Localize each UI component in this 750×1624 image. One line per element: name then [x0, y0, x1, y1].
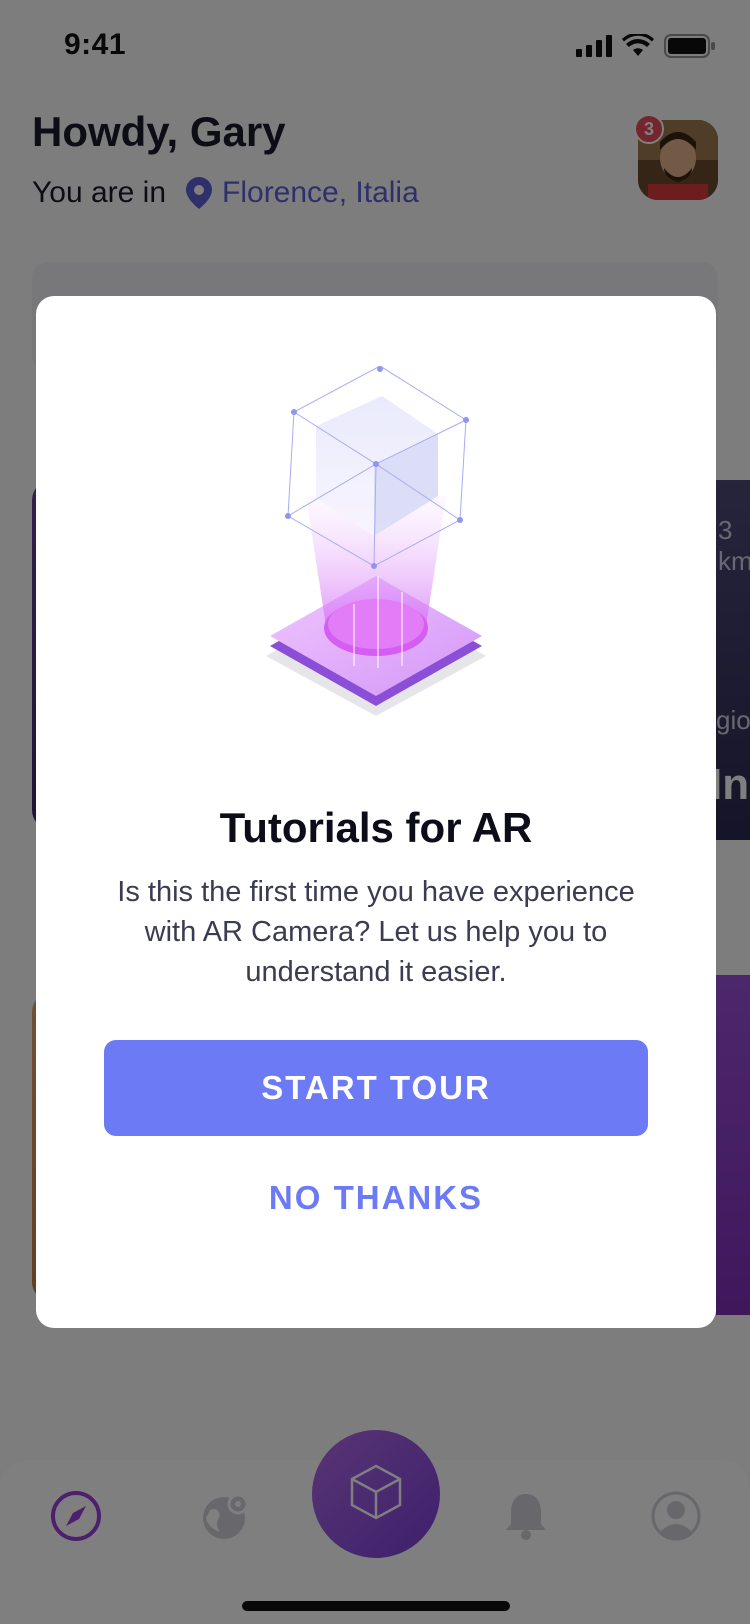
dialog-body: Is this the first time you have experien…	[117, 876, 635, 988]
ar-tutorial-dialog: Tutorials for AR Is this the first time …	[36, 296, 716, 1328]
ar-cube-illustration	[256, 365, 496, 746]
start-tour-button[interactable]: START TOUR	[104, 1040, 648, 1136]
no-thanks-button[interactable]: NO THANKS	[104, 1166, 648, 1230]
dialog-title: Tutorials for AR	[219, 804, 533, 851]
